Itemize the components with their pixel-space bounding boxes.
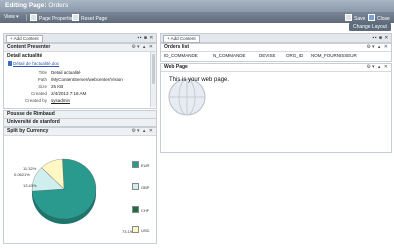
- legend-swatch: [132, 161, 139, 168]
- web-page-text: This is your web page.: [169, 77, 230, 83]
- change-layout-label: Change Layout: [353, 24, 387, 30]
- legend-chf: CHF: [132, 206, 149, 213]
- doc-link[interactable]: Détail de l'actualité.doc: [13, 61, 59, 66]
- page-properties-label: Page Properties: [39, 16, 75, 22]
- split-currency-title: Split by Currency: [7, 128, 49, 134]
- page-title: Editing Page: Orders: [5, 2, 68, 9]
- prop-row-created: Created 2/4/2013 7:18 AM: [7, 91, 147, 97]
- title-prefix: Editing Page:: [5, 2, 47, 9]
- left-zone-bar: + Add Content ▪▪ ■ ✕: [3, 33, 157, 43]
- content-scrollbar[interactable]: [150, 52, 156, 107]
- orders-list-pane: Orders list ⚙▾ ▴ ✕ ID_COMMANDE N_COMMAND…: [160, 43, 392, 62]
- reset-page-label: Reset Page: [81, 16, 108, 22]
- legend-label: USD: [141, 228, 150, 233]
- prop-value: /MyContentServer/webcenter/Vision: [51, 77, 123, 82]
- title-page-name: Orders: [48, 2, 69, 9]
- right-zone-bar: + Add Content ▪▪ ■ ✕: [160, 33, 392, 43]
- right-add-content-label: + Add Content: [167, 36, 196, 41]
- prop-key: Created by: [24, 98, 47, 103]
- legend-label: GBP: [141, 185, 150, 190]
- prop-key: Path: [37, 77, 47, 82]
- change-layout-button[interactable]: Change Layout: [349, 23, 391, 31]
- prop-value: 25 KB: [51, 84, 64, 89]
- web-page-title: Web Page: [164, 64, 188, 70]
- prop-value: Detail actualité: [51, 70, 81, 75]
- pane-actions-icon[interactable]: ⚙▾ ▴ ✕: [367, 44, 389, 51]
- globe-icon: [168, 78, 206, 116]
- legend-swatch: [132, 226, 139, 233]
- created-by-link[interactable]: sysadmin: [51, 98, 70, 104]
- legend-swatch: [132, 183, 139, 190]
- legend-label: CHF: [141, 208, 150, 213]
- prop-key: Size: [38, 84, 47, 89]
- close-button[interactable]: Close: [368, 14, 390, 22]
- column-header[interactable]: N_COMMANDE: [213, 53, 246, 58]
- properties-icon: [30, 14, 37, 21]
- collapsed-pane-title: Pousse de Rimbaud: [7, 111, 55, 117]
- close-icon: [368, 14, 375, 21]
- prop-row-created-by: Created by sysadmin: [7, 98, 147, 104]
- orders-list-header: Orders list ⚙▾ ▴ ✕: [161, 44, 391, 52]
- scrollbar-thumb[interactable]: [152, 54, 155, 84]
- section-heading: Detail actualité: [7, 53, 43, 59]
- legend-usd: USD: [132, 226, 149, 233]
- left-add-content-button[interactable]: + Add Content: [6, 35, 43, 43]
- save-icon: [345, 14, 352, 21]
- left-add-content-label: + Add Content: [10, 36, 39, 41]
- legend-gbp: GBP: [132, 183, 149, 190]
- pane-actions-icon[interactable]: ⚙▾ ▴ ✕: [367, 64, 389, 71]
- toolbar: View ▾ Page Properties Reset Page Save C…: [0, 12, 394, 23]
- prop-row-path: Path /MyContentServer/webcenter/Vision: [7, 77, 147, 83]
- prop-row-title: Title Detail actualité: [7, 70, 147, 76]
- pie-label-usd: 11.32%: [23, 166, 37, 171]
- column-header[interactable]: ID_COMMANDE: [164, 53, 198, 58]
- view-menu[interactable]: View ▾: [4, 14, 19, 21]
- content-presenter-header: Content Presenter ⚙▾ ▴ ✕: [4, 44, 156, 52]
- content-presenter-pane: Content Presenter ⚙▾ ▴ ✕ Detail actualit…: [3, 43, 157, 109]
- collapsed-pane-title: Université de stanford: [7, 119, 60, 125]
- pane-actions-icon[interactable]: ⚙▾ ▴ ✕: [132, 44, 154, 51]
- content-presenter-title: Content Presenter: [7, 44, 51, 50]
- pie-label-chf: 0.0621%: [14, 172, 30, 177]
- left-zone-controls[interactable]: ▪▪ ■ ✕: [137, 35, 154, 41]
- collapsed-pane-stanford[interactable]: Université de stanford: [3, 118, 157, 127]
- legend-label: EUR: [141, 163, 150, 168]
- view-menu-label: View ▾: [4, 14, 19, 20]
- prop-value: 2/4/2013 7:18 AM: [51, 91, 87, 96]
- save-label: Save: [354, 16, 366, 22]
- prop-key: Created: [30, 91, 47, 96]
- web-page-pane: Web Page ⚙▾ ▴ ✕ This is your web page.: [160, 63, 392, 153]
- close-label: Close: [377, 16, 390, 22]
- word-doc-icon: [8, 61, 12, 66]
- legend-swatch: [132, 206, 139, 213]
- page-properties-button[interactable]: Page Properties: [30, 14, 75, 22]
- prop-row-size: Size 25 KB: [7, 84, 147, 90]
- right-add-content-button[interactable]: + Add Content: [163, 35, 200, 43]
- reset-icon: [72, 14, 79, 21]
- column-header[interactable]: ORG_ID: [286, 53, 303, 58]
- right-zone-controls[interactable]: ▪▪ ■ ✕: [372, 35, 389, 41]
- reset-page-button[interactable]: Reset Page: [72, 14, 108, 22]
- web-page-header: Web Page ⚙▾ ▴ ✕: [161, 64, 391, 72]
- column-header[interactable]: DEVISE: [259, 53, 276, 58]
- split-currency-header: Split by Currency ⚙▾ ▴ ✕: [4, 128, 156, 136]
- toolbar-separator: [26, 14, 27, 21]
- pie-label-gbp: 13.43%: [23, 183, 37, 188]
- doc-link-row[interactable]: Détail de l'actualité.doc: [8, 61, 59, 66]
- split-currency-pane: Split by Currency ⚙▾ ▴ ✕ 11.32% 0.0621% …: [3, 127, 157, 244]
- orders-list-title: Orders list: [164, 44, 190, 50]
- prop-key: Title: [38, 70, 47, 75]
- legend-eur: EUR: [132, 161, 149, 168]
- pane-actions-icon[interactable]: ⚙▾ ▴ ✕: [132, 128, 154, 135]
- save-button[interactable]: Save: [345, 14, 366, 22]
- column-header[interactable]: NOM_FOURNISSEUR: [311, 53, 357, 58]
